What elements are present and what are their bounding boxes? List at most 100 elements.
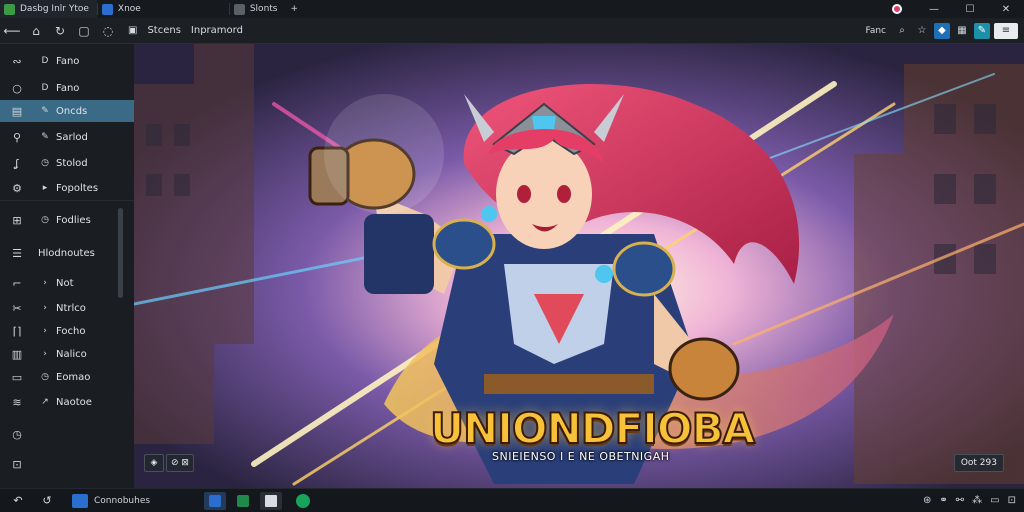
sidebar-item-label: Fano: [56, 55, 80, 67]
sidebar-item-label: Fano: [56, 82, 80, 94]
home-icon[interactable]: ⌂: [24, 20, 48, 42]
chevron-icon: ▸: [42, 183, 48, 193]
grid-icon: ⊞: [12, 213, 22, 227]
square-icon: ⊡: [12, 457, 22, 471]
clock-icon: ◷: [41, 215, 49, 225]
tab-2-label: Xnoe: [117, 4, 141, 14]
main-content: UNIONDFIOBA SNIEIENSO I E NE OBETNIGAH ◈…: [134, 44, 1024, 488]
sidebar-item-label: Not: [56, 277, 74, 289]
maximize-icon[interactable]: ☐: [952, 0, 988, 18]
share-icon[interactable]: ⚯: [956, 495, 964, 506]
sidebar-item-1[interactable]: ∾ D Fano: [0, 50, 134, 72]
folder-icon: ▣: [128, 25, 138, 36]
chevron-icon: D: [41, 83, 49, 93]
corner-icon: ⌐: [12, 276, 22, 290]
sidebar-item-5[interactable]: ʆ ◷ Stolod: [0, 152, 134, 174]
sidebar-item-12[interactable]: ▥ › Nalico: [0, 343, 134, 365]
sidebar-item-label: Fodlies: [56, 214, 91, 226]
sidebar-item-label: Naotoe: [56, 396, 92, 408]
game-logo: UNIONDFIOBA: [429, 403, 756, 454]
tagline: SNIEIENSO I E NE OBETNIGAH: [492, 450, 670, 463]
browser-icon[interactable]: [204, 491, 227, 510]
circle-icon: ○: [12, 81, 22, 95]
sidebar-item-label: Fopoltes: [56, 182, 99, 194]
view-options-button[interactable]: ⊘ ⊠: [166, 454, 194, 472]
redo-icon[interactable]: ↺: [36, 489, 58, 512]
chevron-icon: ›: [43, 326, 47, 336]
sidebar-item-label: Nalico: [56, 348, 87, 360]
sidebar-item-label: Oncds: [56, 105, 88, 117]
doc-gray-icon: [233, 3, 245, 15]
sidebar-item-label: Eomao: [56, 371, 91, 383]
zoom-control[interactable]: Oot 293: [953, 454, 1004, 472]
app-green-icon: [4, 3, 15, 15]
sidebar-item-9[interactable]: ⌐ › Not: [0, 272, 134, 294]
pin-icon: ⚲: [12, 130, 22, 144]
tab-3-label: Slonts: [249, 4, 278, 14]
monitor-icon: ▭: [11, 370, 23, 384]
extension-icon[interactable]: ◆: [934, 22, 950, 39]
taskbar: ↶ ↺ Connobuhes ⊛ ⚭ ⚯ ⁂ ▭ ⊡: [0, 488, 1024, 512]
list-icon: ☰: [12, 246, 22, 260]
toolbar: ⟵ ⌂ ↻ ▢ ◌ ▣ Stcens Inpramord Fanc ⌕ ☆ ◆ …: [0, 18, 1024, 44]
network-icon[interactable]: ⚭: [939, 495, 947, 506]
breadcrumb: ▣ Stcens Inpramord: [128, 25, 243, 36]
sidebar-item-6[interactable]: ⚙ ▸ Fopoltes: [0, 177, 134, 199]
breadcrumb-item[interactable]: Stcens: [147, 25, 180, 36]
sidebar-item-label: Stolod: [56, 157, 88, 169]
sync-icon[interactable]: ◌: [96, 20, 120, 42]
clock-icon: ◷: [41, 372, 49, 382]
layers-icon: ≋: [12, 395, 22, 409]
window-controls: — ☐ ✕: [892, 0, 1024, 18]
star-icon[interactable]: ☆: [914, 23, 930, 39]
chat-icon[interactable]: [292, 492, 314, 510]
sidebar-divider: [0, 200, 134, 201]
settings-icon[interactable]: ⊛: [923, 495, 931, 506]
back-icon[interactable]: ⟵: [0, 20, 24, 42]
chevron-icon: D: [41, 56, 49, 66]
tab-2[interactable]: Xnoe: [98, 0, 149, 18]
breadcrumb-item[interactable]: Inpramord: [191, 25, 243, 36]
layers-button[interactable]: ◈: [144, 454, 164, 472]
toolbar-actions: Fanc ⌕ ☆ ◆ ▦ ✎ ≡: [865, 22, 1024, 39]
minimize-icon[interactable]: —: [916, 0, 952, 18]
sidebar-item-15[interactable]: ◷: [0, 423, 134, 445]
sidebar-item-8[interactable]: ☰ Hlodnoutes: [0, 242, 134, 264]
profile-icon[interactable]: [892, 4, 902, 14]
overlay-controls: ◈ ⊘ ⊠: [144, 454, 194, 472]
search-icon[interactable]: ⌕: [894, 23, 910, 39]
scribble-icon: ʆ: [15, 156, 19, 170]
menu-icon[interactable]: ≡: [994, 22, 1018, 39]
new-tab-button[interactable]: +: [291, 4, 299, 14]
tab-1[interactable]: Dasbg Inlr Ytoe: [0, 0, 97, 18]
display-icon[interactable]: ▭: [990, 495, 999, 506]
grid-icon[interactable]: ▦: [954, 23, 970, 39]
sidebar-item-16[interactable]: ⊡: [0, 453, 134, 475]
taskbar-app-label[interactable]: Connobuhes: [94, 496, 150, 506]
sidebar-item-2[interactable]: ○ D Fano: [0, 77, 134, 99]
sidebar-item-7[interactable]: ⊞ ◷ Fodlies: [0, 209, 134, 231]
sidebar-item-14[interactable]: ≋ ↗ Naotoe: [0, 391, 134, 413]
sidebar-item-10[interactable]: ✂ › Ntrlco: [0, 297, 134, 319]
frame-icon: ⌈⌉: [12, 324, 22, 338]
sidebar-item-3[interactable]: ▤ ✎ Oncds: [0, 100, 134, 122]
toolbar-label: Fanc: [865, 25, 886, 36]
battery-icon[interactable]: ⁂: [972, 495, 982, 506]
sheet-icon[interactable]: [232, 492, 254, 510]
folder-app-icon[interactable]: [72, 493, 88, 508]
tab-bar: Dasbg Inlr Ytoe Xnoe Slonts + — ☐ ✕: [0, 0, 1024, 18]
undo-icon[interactable]: ↶: [0, 489, 36, 512]
sidebar-item-label: Hlodnoutes: [38, 247, 95, 259]
document-icon[interactable]: ▢: [72, 20, 96, 42]
refresh-icon[interactable]: ↻: [48, 20, 72, 42]
notifications-icon[interactable]: ⊡: [1008, 495, 1016, 506]
close-icon[interactable]: ✕: [988, 0, 1024, 18]
sidebar-item-11[interactable]: ⌈⌉ › Focho: [0, 320, 134, 342]
window-icon[interactable]: [260, 491, 283, 510]
edit-icon[interactable]: ✎: [974, 22, 990, 39]
tab-3[interactable]: Slonts +: [230, 0, 306, 18]
sidebar-item-4[interactable]: ⚲ ✎ Sarlod: [0, 126, 134, 148]
sidebar-scrollbar[interactable]: [118, 208, 123, 298]
sidebar-item-13[interactable]: ▭ ◷ Eomao: [0, 366, 134, 388]
system-tray: ⊛ ⚭ ⚯ ⁂ ▭ ⊡: [923, 495, 1024, 506]
